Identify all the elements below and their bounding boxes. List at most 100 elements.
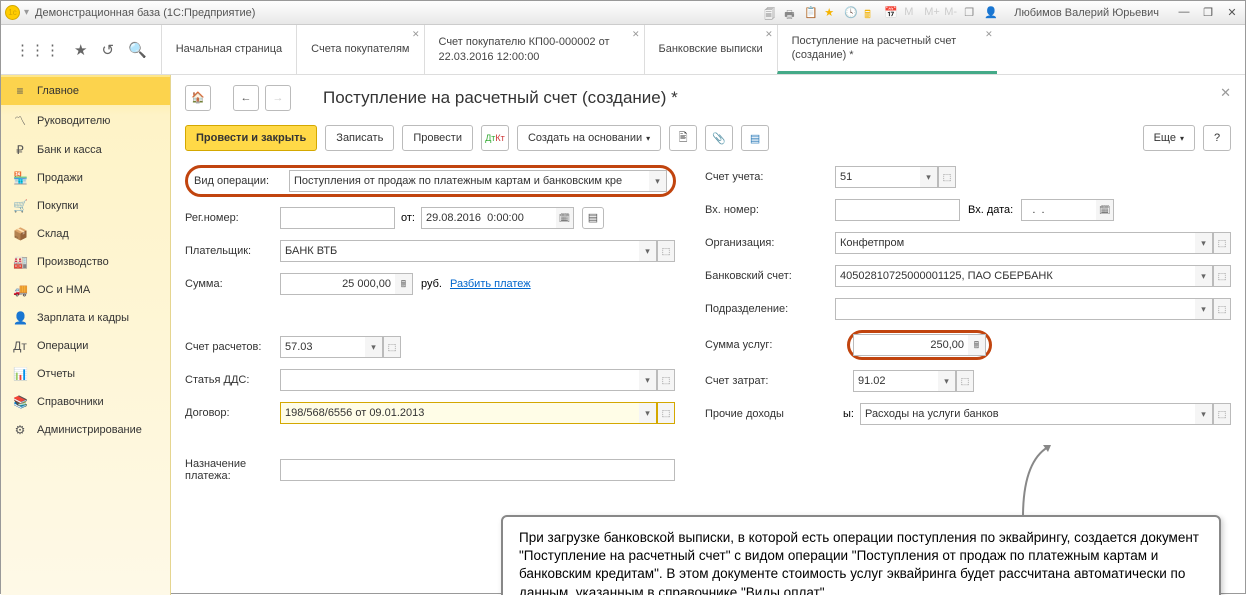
maximize-button[interactable]: ❐ xyxy=(1199,6,1217,20)
open-button[interactable]: ⬚ xyxy=(657,240,675,262)
history-icon[interactable]: ↺ xyxy=(101,41,114,59)
dropdown-button[interactable]: ▾ xyxy=(639,402,657,424)
tab-close-icon[interactable]: ✕ xyxy=(632,29,640,40)
dropdown-button[interactable]: ▾ xyxy=(639,240,657,262)
tab-bank[interactable]: Банковские выписки✕ xyxy=(644,25,777,74)
dropdown-button[interactable]: ▾ xyxy=(938,370,956,392)
open-button[interactable]: ⬚ xyxy=(657,369,675,391)
favorite-icon[interactable]: ★ xyxy=(74,41,87,59)
home-button[interactable]: 🏠 xyxy=(185,85,211,111)
sidebar-item-manager[interactable]: 〽Руководителю xyxy=(1,105,170,136)
calc-button[interactable]: 🖩 xyxy=(395,273,413,295)
open-button[interactable]: ⬚ xyxy=(956,370,974,392)
search-icon[interactable]: 🔍 xyxy=(128,41,147,59)
expense-kind-input[interactable] xyxy=(860,403,1195,425)
post-button[interactable]: Провести xyxy=(402,125,473,151)
sidebar-item-production[interactable]: 🏭Производство xyxy=(1,248,170,276)
sidebar-item-warehouse[interactable]: 📦Склад xyxy=(1,220,170,248)
operation-type-input[interactable] xyxy=(289,170,649,192)
sidebar-item-hr[interactable]: 👤Зарплата и кадры xyxy=(1,304,170,332)
window-icon[interactable]: ❐ xyxy=(964,6,978,20)
sum-input[interactable] xyxy=(280,273,395,295)
close-button[interactable]: ✕ xyxy=(1223,6,1241,20)
dropdown-button[interactable]: ▾ xyxy=(1195,232,1213,254)
sidebar-item-assets[interactable]: 🚚ОС и НМА xyxy=(1,276,170,304)
sidebar-item-catalogs[interactable]: 📚Справочники xyxy=(1,388,170,416)
dtkt-button[interactable]: ДтКт xyxy=(481,125,509,151)
bank-acc-input[interactable] xyxy=(835,265,1195,287)
post-and-close-button[interactable]: Провести и закрыть xyxy=(185,125,317,151)
open-button[interactable]: ⬚ xyxy=(1213,298,1231,320)
sidebar-item-reports[interactable]: 📊Отчеты xyxy=(1,360,170,388)
calculator-icon[interactable]: 🖩 xyxy=(864,6,878,20)
minimize-button[interactable]: — xyxy=(1175,6,1193,20)
dropdown-button[interactable]: ▾ xyxy=(1195,265,1213,287)
open-button[interactable]: ⬚ xyxy=(1213,265,1231,287)
apps-icon[interactable]: ⋮⋮⋮ xyxy=(15,41,60,59)
tab-close-icon[interactable]: ✕ xyxy=(765,29,773,40)
service-sum-input[interactable] xyxy=(853,334,968,356)
list-button[interactable]: ▤ xyxy=(741,125,769,151)
sidebar-item-admin[interactable]: ⚙Администрирование xyxy=(1,416,170,444)
star-icon[interactable]: ★ xyxy=(824,6,838,20)
toolbar-icon[interactable]: 🖶 xyxy=(784,6,798,20)
purpose-input[interactable] xyxy=(280,459,675,481)
cost-acc-input[interactable] xyxy=(853,370,938,392)
attach-button[interactable]: 📎 xyxy=(705,125,733,151)
dropdown-button[interactable]: ▾ xyxy=(1195,298,1213,320)
list-icon[interactable]: ▤ xyxy=(582,207,604,229)
back-button[interactable]: ← xyxy=(233,85,259,111)
more-button[interactable]: Еще ▾ xyxy=(1143,125,1195,151)
sidebar-item-main[interactable]: ≡Главное xyxy=(1,77,170,105)
org-input[interactable] xyxy=(835,232,1195,254)
open-button[interactable]: ⬚ xyxy=(938,166,956,188)
calendar-icon[interactable]: 📅 xyxy=(884,6,898,20)
toolbar-icon[interactable]: 🗐 xyxy=(764,6,778,20)
open-button[interactable]: ⬚ xyxy=(657,402,675,424)
m-minus-icon[interactable]: M- xyxy=(944,6,958,20)
create-on-basis-button[interactable]: Создать на основании ▾ xyxy=(517,125,661,151)
division-input[interactable] xyxy=(835,298,1195,320)
dropdown-button[interactable]: ▾ xyxy=(920,166,938,188)
contract-input[interactable] xyxy=(280,402,639,424)
tab-close-icon[interactable]: ✕ xyxy=(412,29,420,40)
split-payment-link[interactable]: Разбить платеж xyxy=(450,278,531,290)
open-button[interactable]: ⬚ xyxy=(383,336,401,358)
dropdown-button[interactable]: ▾ xyxy=(649,170,667,192)
tab-receipt[interactable]: Поступление на расчетный счет (создание)… xyxy=(777,25,997,74)
dds-input[interactable] xyxy=(280,369,639,391)
calendar-button[interactable]: 🗓 xyxy=(556,207,574,229)
toolbar-icon[interactable]: 📋 xyxy=(804,6,818,20)
dropdown-button[interactable]: ▾ xyxy=(365,336,383,358)
forward-button[interactable]: → xyxy=(265,85,291,111)
m-icon[interactable]: M xyxy=(904,6,918,20)
account-input[interactable] xyxy=(835,166,920,188)
report-button[interactable]: 🖹 xyxy=(669,125,697,151)
account-calc-input[interactable] xyxy=(280,336,365,358)
open-button[interactable]: ⬚ xyxy=(1213,403,1231,425)
close-doc-button[interactable]: ✕ xyxy=(1220,85,1231,101)
dropdown-button[interactable]: ▾ xyxy=(1195,403,1213,425)
tab-close-icon[interactable]: ✕ xyxy=(985,29,993,40)
tab-start[interactable]: Начальная страница xyxy=(161,25,296,74)
calc-button[interactable]: 🖩 xyxy=(968,334,986,356)
sidebar-item-operations[interactable]: ДтОперации xyxy=(1,332,170,360)
tab-invoices[interactable]: Счета покупателям✕ xyxy=(296,25,423,74)
dropdown-button[interactable]: ▾ xyxy=(639,369,657,391)
in-number-input[interactable] xyxy=(835,199,960,221)
tab-invoice-doc[interactable]: Счет покупателю КП00-000002 от 22.03.201… xyxy=(424,25,644,74)
reg-number-input[interactable] xyxy=(280,207,395,229)
sidebar-item-bank[interactable]: ₽Банк и касса xyxy=(1,136,170,164)
m-plus-icon[interactable]: M+ xyxy=(924,6,938,20)
in-date-input[interactable] xyxy=(1021,199,1096,221)
sidebar-item-purchases[interactable]: 🛒Покупки xyxy=(1,192,170,220)
toolbar-icon[interactable]: 🕓 xyxy=(844,6,858,20)
payer-input[interactable] xyxy=(280,240,639,262)
help-button[interactable]: ? xyxy=(1203,125,1231,151)
date-input[interactable] xyxy=(421,207,556,229)
menu-dropdown-icon[interactable]: ▾ xyxy=(24,7,29,18)
open-button[interactable]: ⬚ xyxy=(1213,232,1231,254)
calendar-button[interactable]: 🗓 xyxy=(1096,199,1114,221)
save-button[interactable]: Записать xyxy=(325,125,394,151)
sidebar-item-sales[interactable]: 🏪Продажи xyxy=(1,164,170,192)
